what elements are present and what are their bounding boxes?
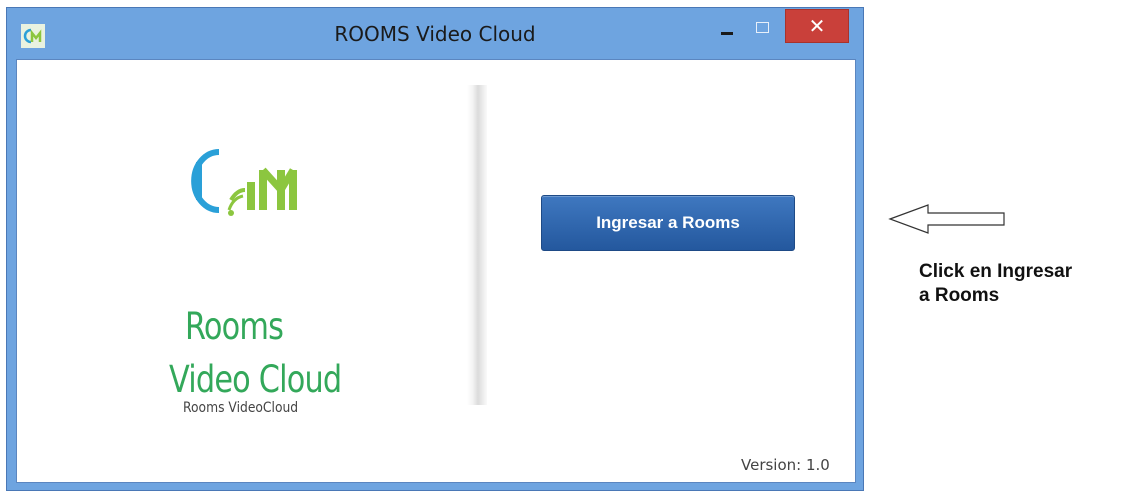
close-button[interactable]: ✕ (785, 9, 849, 43)
title-bar[interactable]: ROOMS Video Cloud ✕ (7, 8, 863, 58)
brand-title-line2: Video Cloud (169, 358, 342, 401)
version-label: Version: 1.0 (741, 456, 830, 474)
panel-divider (467, 85, 487, 405)
logo-caption: Rooms VideoCloud (183, 400, 299, 416)
maximize-button[interactable] (750, 17, 776, 41)
annotation-line2: a Rooms (919, 285, 1000, 306)
cm-logo-icon (191, 149, 297, 216)
annotation-line1: Click en Ingresar (919, 261, 1073, 282)
minimize-button[interactable] (715, 18, 741, 42)
brand-title-line1: Rooms (185, 305, 284, 348)
left-arrow-icon (888, 204, 1005, 234)
app-window: ROOMS Video Cloud ✕ Rooms Video Cloud Ro… (6, 7, 864, 491)
annotation-text: Click en Ingresar a Rooms (919, 260, 1119, 308)
login-button[interactable]: Ingresar a Rooms (541, 195, 795, 251)
main-panel: Rooms Video Cloud Rooms VideoCloud Ingre… (16, 59, 856, 483)
login-button-label: Ingresar a Rooms (596, 213, 740, 232)
close-icon: ✕ (808, 14, 826, 38)
